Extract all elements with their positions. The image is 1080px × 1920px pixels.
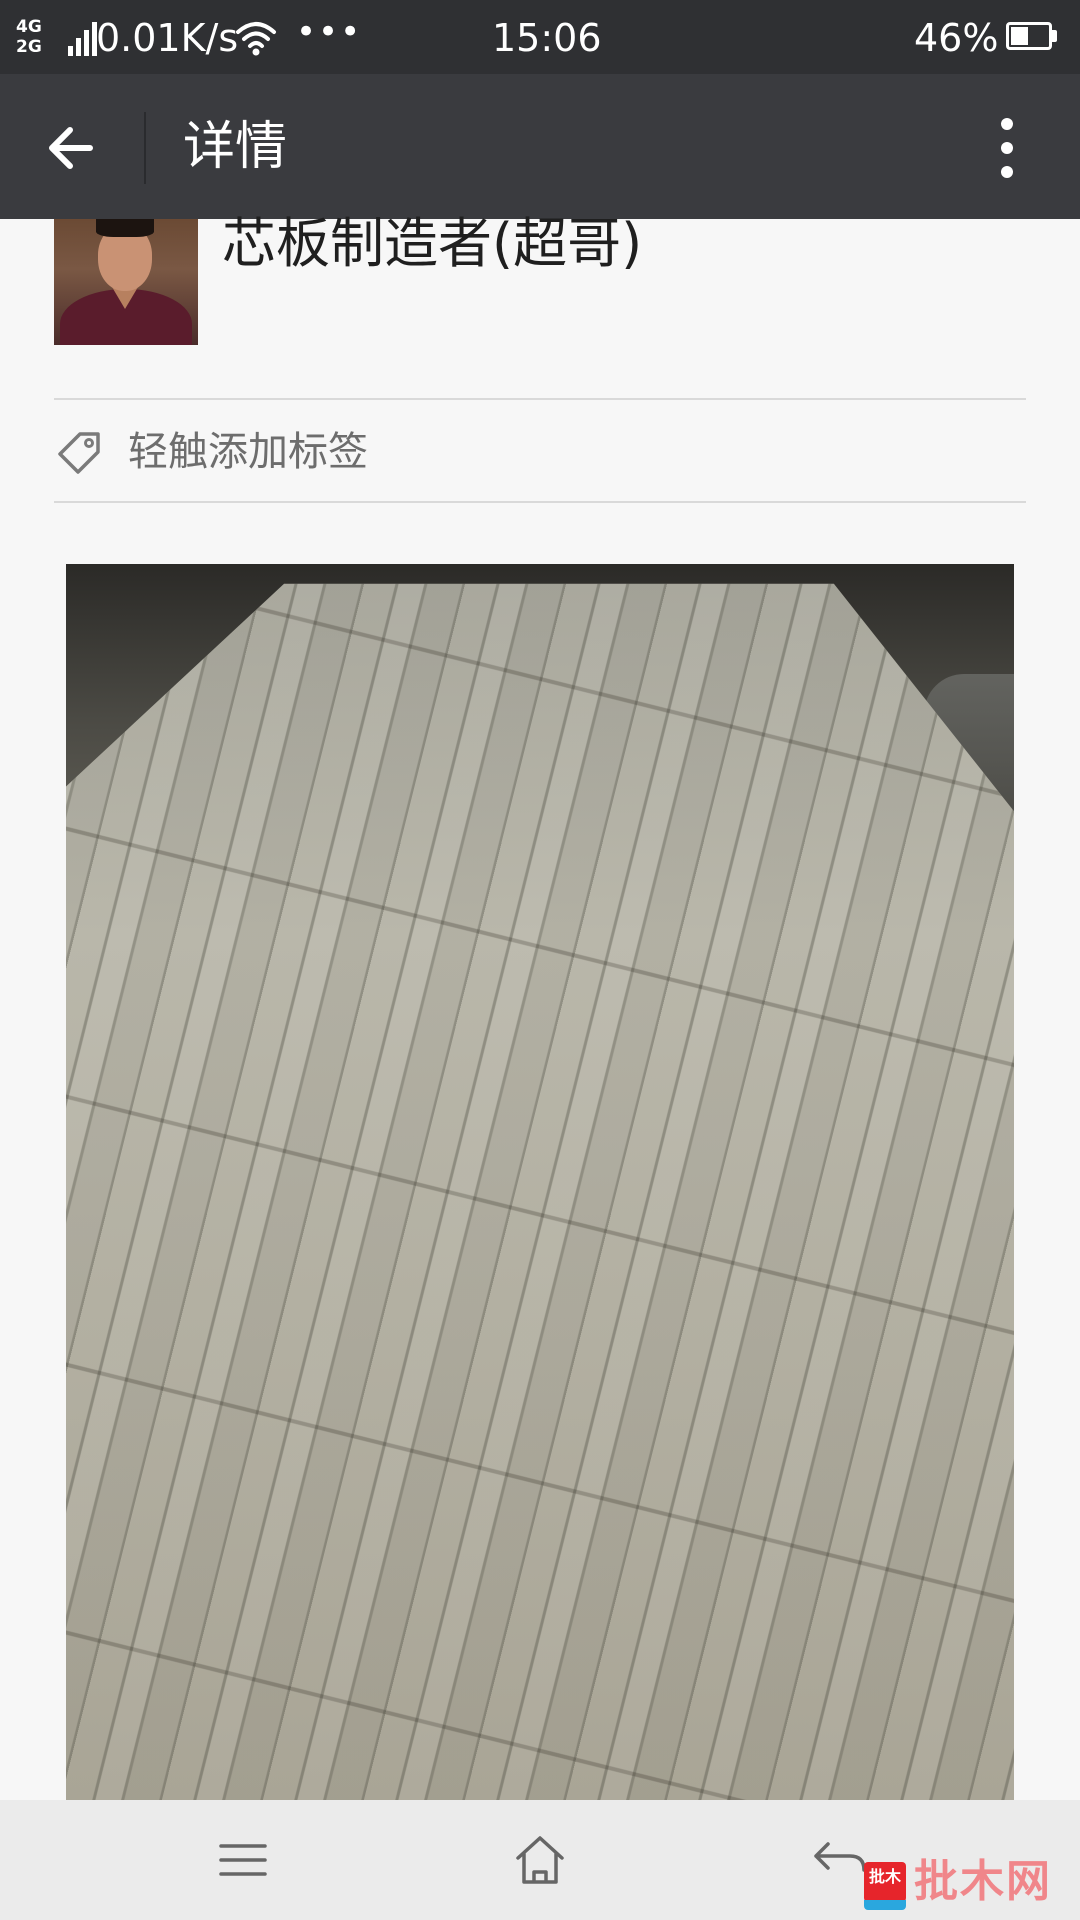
signal-icon: 4G 2G (16, 17, 97, 58)
watermark-badge-stripe (864, 1900, 906, 1910)
back-return-icon[interactable] (810, 1830, 870, 1890)
screen: 4G 2G 0.01K/s ••• 15:06 46% 详情 芯板制造者(超哥)… (0, 0, 1080, 1920)
battery-icon (1006, 22, 1058, 50)
add-tag-row[interactable]: 轻触添加标签 (54, 402, 1026, 500)
action-bar: 详情 (0, 74, 1080, 219)
arrow-left-icon[interactable] (30, 106, 114, 190)
menu-icon[interactable] (213, 1830, 273, 1890)
watermark-logo: 批木 批木网 (864, 1854, 1074, 1910)
more-notifications-icon: ••• (296, 12, 363, 52)
signal-bars (68, 22, 98, 56)
battery-percent: 46% (914, 16, 999, 60)
network-type-bottom: 2G (16, 37, 42, 57)
tag-icon (58, 432, 100, 474)
wifi-icon (236, 22, 276, 56)
watermark-text: 批木网 (914, 1856, 1052, 1907)
more-vertical-icon[interactable] (986, 106, 1030, 190)
battery-level (1011, 27, 1028, 45)
home-icon[interactable] (510, 1830, 570, 1890)
add-tag-label: 轻触添加标签 (128, 429, 368, 475)
clock: 15:06 (492, 16, 602, 60)
post-photo[interactable] (66, 564, 1014, 1800)
profile-name: 芯板制造者(超哥) (222, 212, 643, 275)
watermark-badge: 批木 (864, 1862, 906, 1902)
avatar[interactable] (54, 219, 198, 345)
divider-bottom (54, 501, 1026, 503)
wood-core-board-image (66, 583, 1014, 1800)
divider-top (54, 398, 1026, 400)
network-speed: 0.01K/s (96, 16, 239, 60)
status-bar: 4G 2G 0.01K/s ••• 15:06 46% (0, 0, 1080, 74)
page-title: 详情 (183, 117, 288, 177)
network-type-top: 4G (16, 17, 42, 37)
action-bar-divider (144, 112, 146, 184)
